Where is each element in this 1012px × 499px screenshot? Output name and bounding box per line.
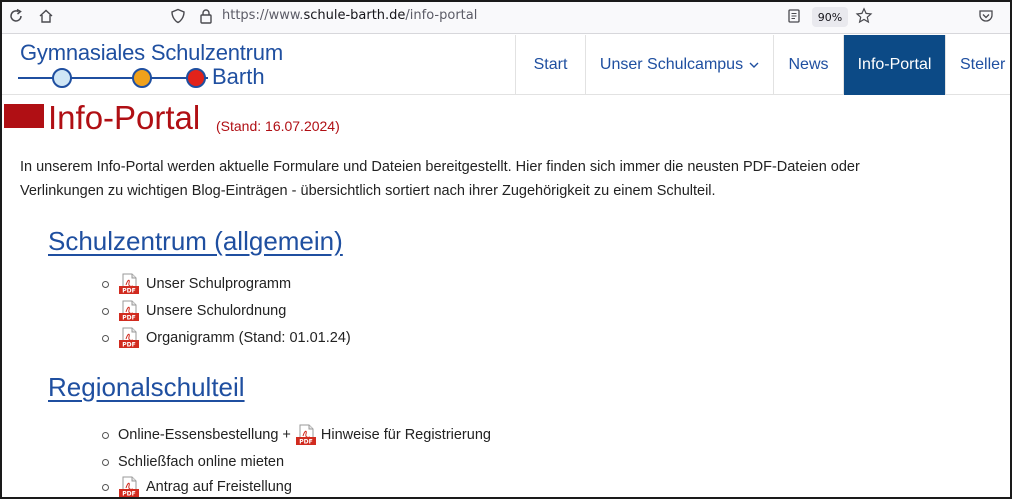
home-icon[interactable] (34, 4, 58, 28)
section-heading-schulzentrum[interactable]: Schulzentrum (allgemein) (48, 226, 343, 257)
nav-unser-schulcampus[interactable]: Unser Schulcampus (585, 35, 773, 95)
list-item[interactable]: Antrag auf Freistellung (100, 477, 292, 497)
section-heading-regionalschulteil[interactable]: Regionalschulteil (48, 372, 245, 403)
title-accent-bar (4, 104, 44, 128)
bullet (100, 430, 110, 440)
reload-icon[interactable] (4, 4, 28, 28)
list-item[interactable]: Unser Schulprogramm (100, 274, 291, 294)
bullet (100, 279, 110, 289)
bullet (100, 457, 110, 467)
list-item-label: Schließfach online mieten (118, 454, 285, 470)
list-item[interactable]: Organigramm (Stand: 01.01.24) (100, 328, 351, 348)
nav-start-label: Start (533, 56, 568, 73)
intro-text: In unserem Info-Portal werden aktuelle F… (20, 155, 1010, 203)
star-icon[interactable] (852, 4, 876, 28)
url-domain: schule-barth.de (303, 8, 406, 23)
nav-info-portal-label: Info-Portal (857, 56, 932, 73)
page-date-note: (Stand: 16.07.2024) (216, 118, 340, 134)
pdf-icon (118, 476, 140, 498)
logo-subtitle: Barth (212, 64, 265, 89)
bullet (100, 306, 110, 316)
list-item-label[interactable]: Hinweise für Registrierung (321, 427, 491, 443)
intro-line-1: In unserem Info-Portal werden aktuelle F… (20, 159, 860, 175)
nav-info-portal[interactable]: Info-Portal (843, 35, 945, 95)
nav-steller[interactable]: Steller (945, 35, 1012, 95)
lock-icon[interactable] (194, 4, 218, 28)
nav-news-label: News (788, 56, 829, 73)
logo-line (18, 77, 208, 79)
url-path: /info-portal (405, 8, 478, 23)
reader-icon[interactable] (782, 4, 806, 28)
url-bar[interactable]: https://www.schule-barth.de/info-portal (222, 8, 477, 23)
shield-icon[interactable] (166, 4, 190, 28)
bullet (100, 482, 110, 492)
pocket-icon[interactable] (974, 4, 998, 28)
list-item[interactable]: Schließfach online mieten (100, 452, 284, 472)
chevron-down-icon (749, 61, 759, 69)
list-item-prefix[interactable]: Online-Essensbestellung + (118, 427, 291, 443)
list-item[interactable]: Unsere Schulordnung (100, 301, 286, 321)
nav-news[interactable]: News (773, 35, 843, 95)
page-title: Info-Portal (48, 99, 201, 136)
url-prefix: https://www. (222, 8, 304, 23)
nav-start[interactable]: Start (515, 35, 585, 95)
logo-dot-blue (52, 68, 72, 88)
list-item-label: Unser Schulprogramm (146, 276, 292, 292)
nav-steller-label: Steller (960, 56, 1006, 73)
browser-toolbar: https://www.schule-barth.de/info-portal … (0, 0, 1012, 34)
nav-schulcampus-label: Unser Schulcampus (599, 56, 744, 73)
pdf-icon (118, 273, 140, 295)
bullet (100, 333, 110, 343)
intro-line-2: Verlinkungen zu wichtigen Blog-Einträgen… (20, 183, 716, 199)
logo-title: Gymnasiales Schulzentrum (20, 40, 283, 65)
list-item[interactable]: Online-Essensbestellung + Hinweise für R… (100, 425, 491, 445)
list-item-label: Organigramm (Stand: 01.01.24) (146, 330, 351, 346)
logo-dot-orange (132, 68, 152, 88)
logo-dot-red (186, 68, 206, 88)
pdf-icon (118, 327, 140, 349)
pdf-icon (118, 300, 140, 322)
pdf-icon (295, 424, 317, 446)
list-item-label: Antrag auf Freistellung (146, 479, 292, 495)
list-item-label: Unsere Schulordnung (146, 303, 287, 319)
zoom-level[interactable]: 90% (812, 7, 848, 27)
